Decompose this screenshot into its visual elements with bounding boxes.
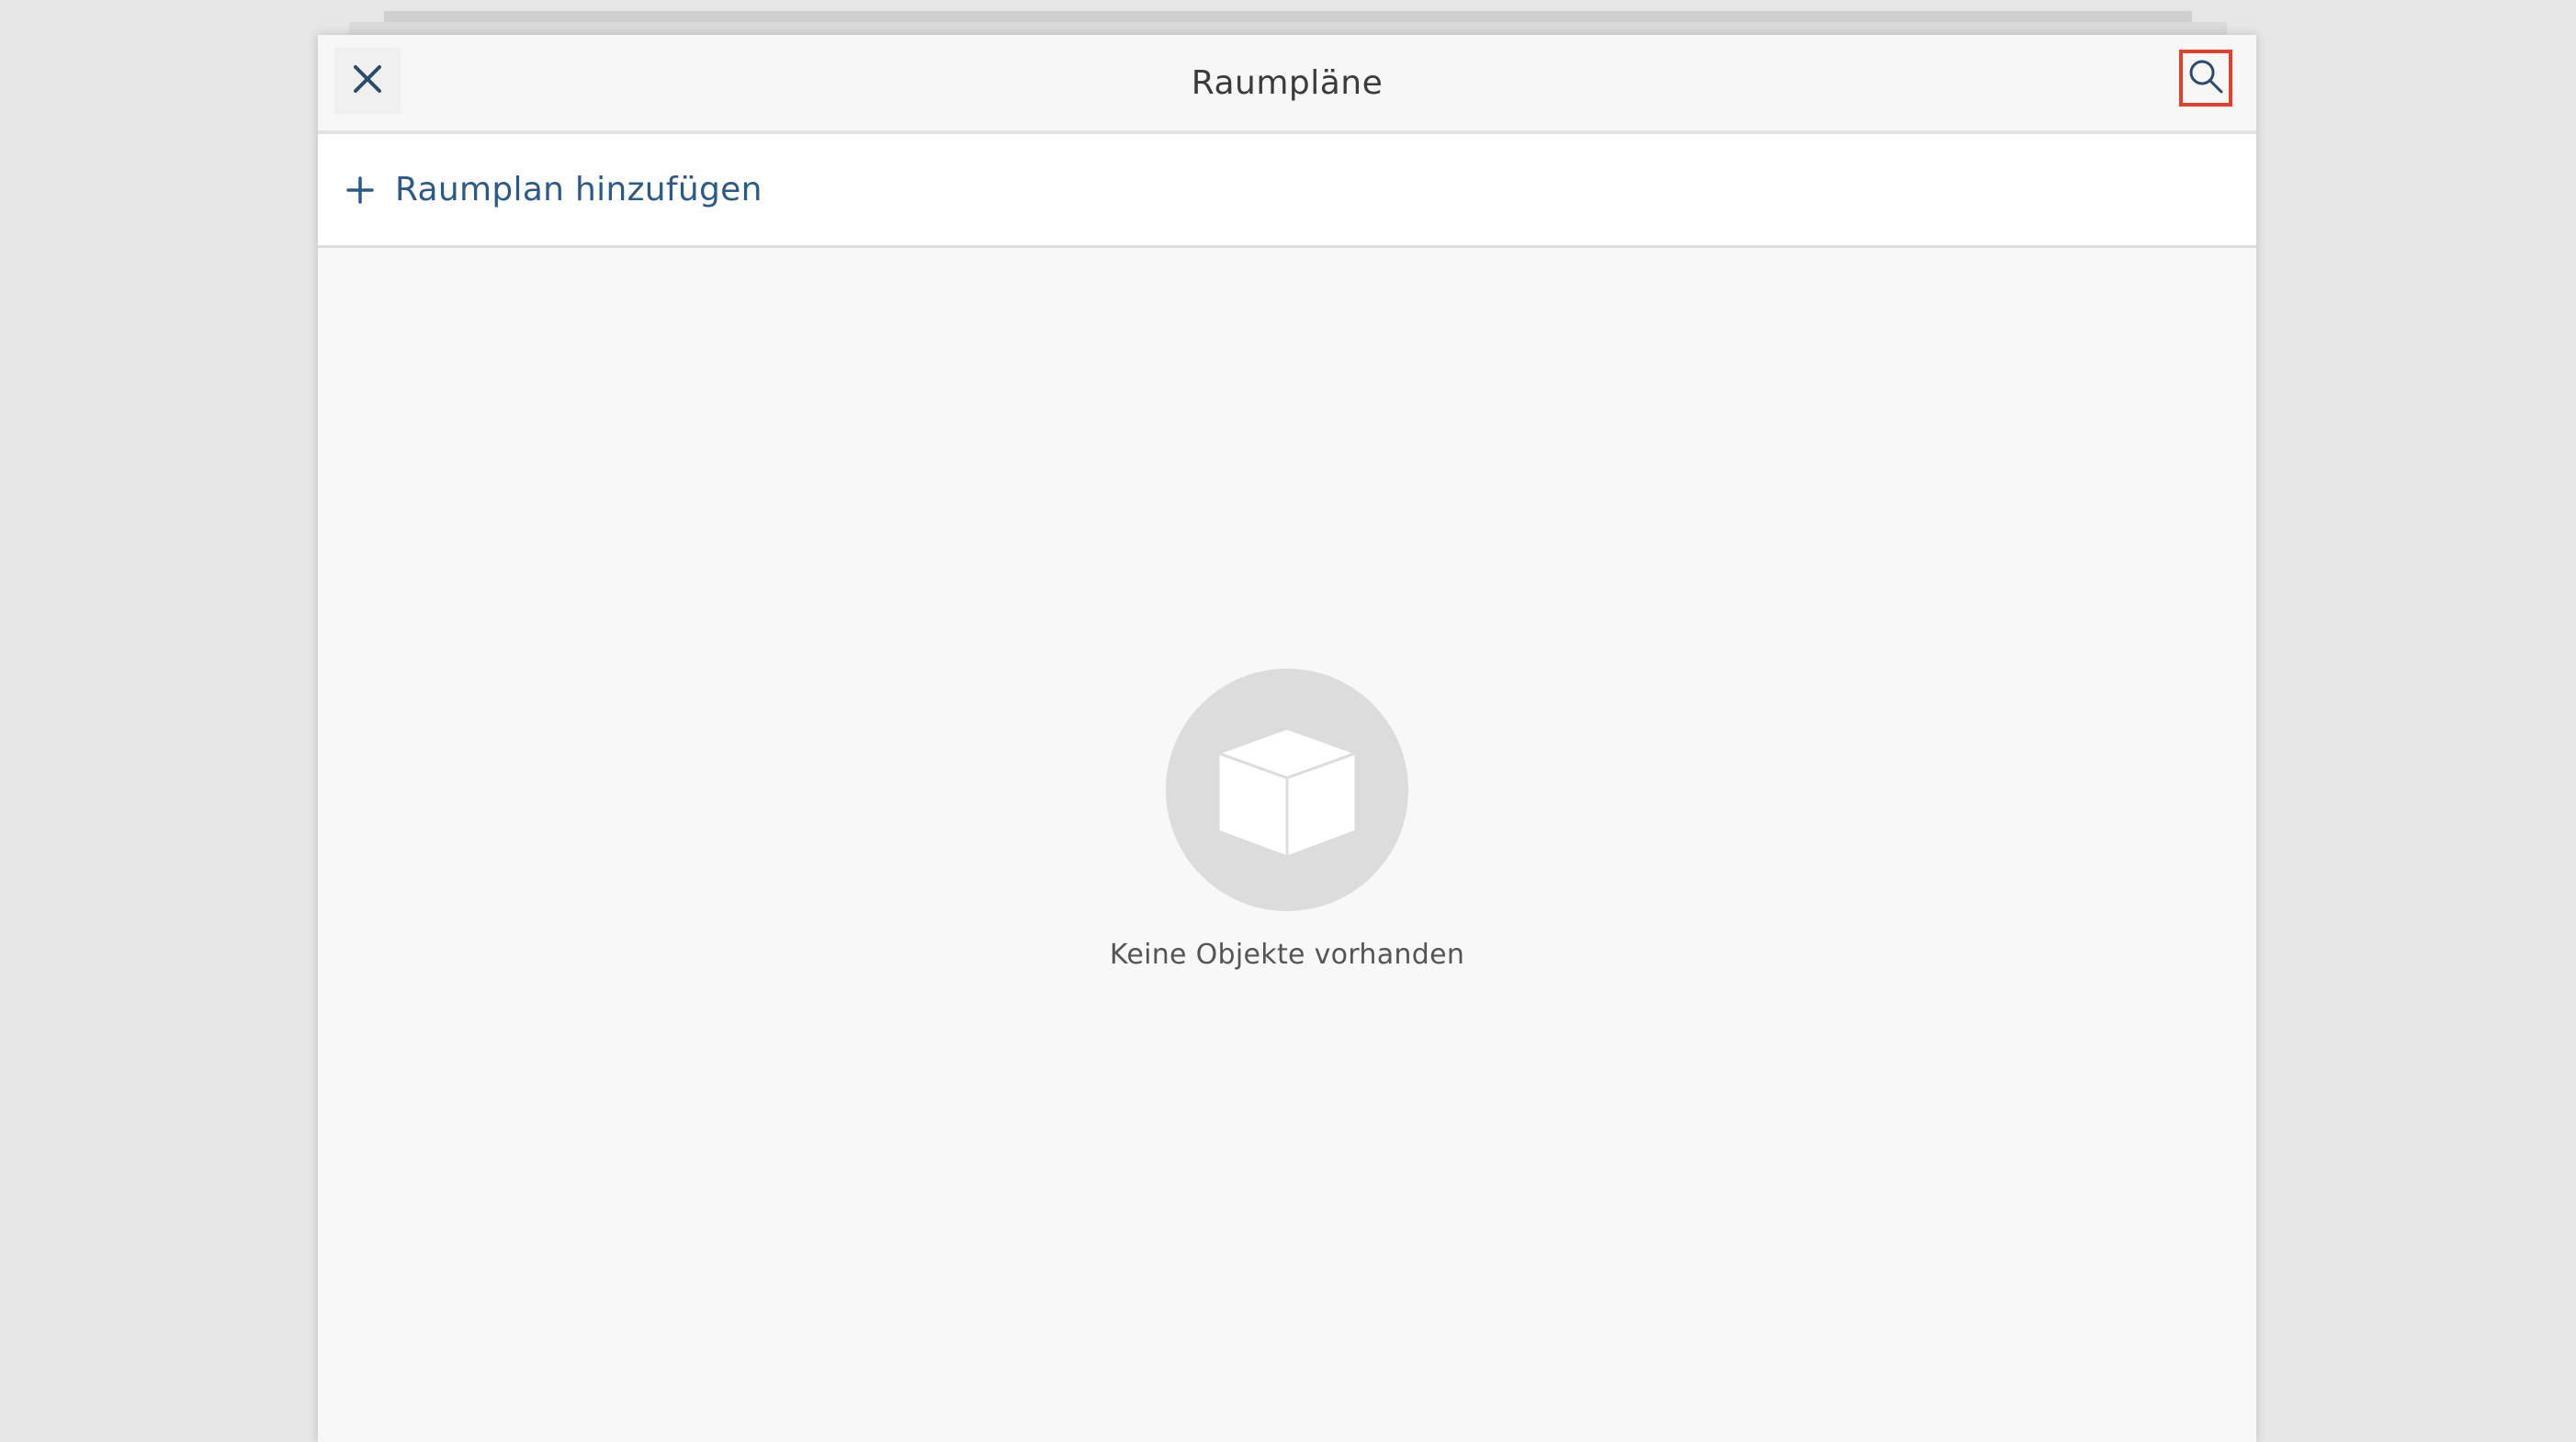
empty-state-illustration [1166, 669, 1408, 911]
room-plans-dialog: Raumpläne Raumplan hinzufügen Keine Obje… [318, 35, 2256, 1442]
add-room-plan-button[interactable]: Raumplan hinzufügen [318, 134, 2256, 248]
add-room-plan-label: Raumplan hinzufügen [395, 171, 763, 208]
dialog-title: Raumpläne [1191, 63, 1384, 102]
plus-icon [344, 174, 377, 207]
empty-state: Keine Objekte vorhanden [318, 669, 2256, 971]
box-icon [1209, 710, 1365, 870]
search-button[interactable] [2179, 50, 2232, 107]
search-icon [2186, 56, 2226, 100]
empty-state-message: Keine Objekte vorhanden [1109, 939, 1465, 971]
close-icon [351, 62, 384, 99]
close-button[interactable] [334, 48, 401, 114]
dialog-header: Raumpläne [318, 35, 2256, 134]
